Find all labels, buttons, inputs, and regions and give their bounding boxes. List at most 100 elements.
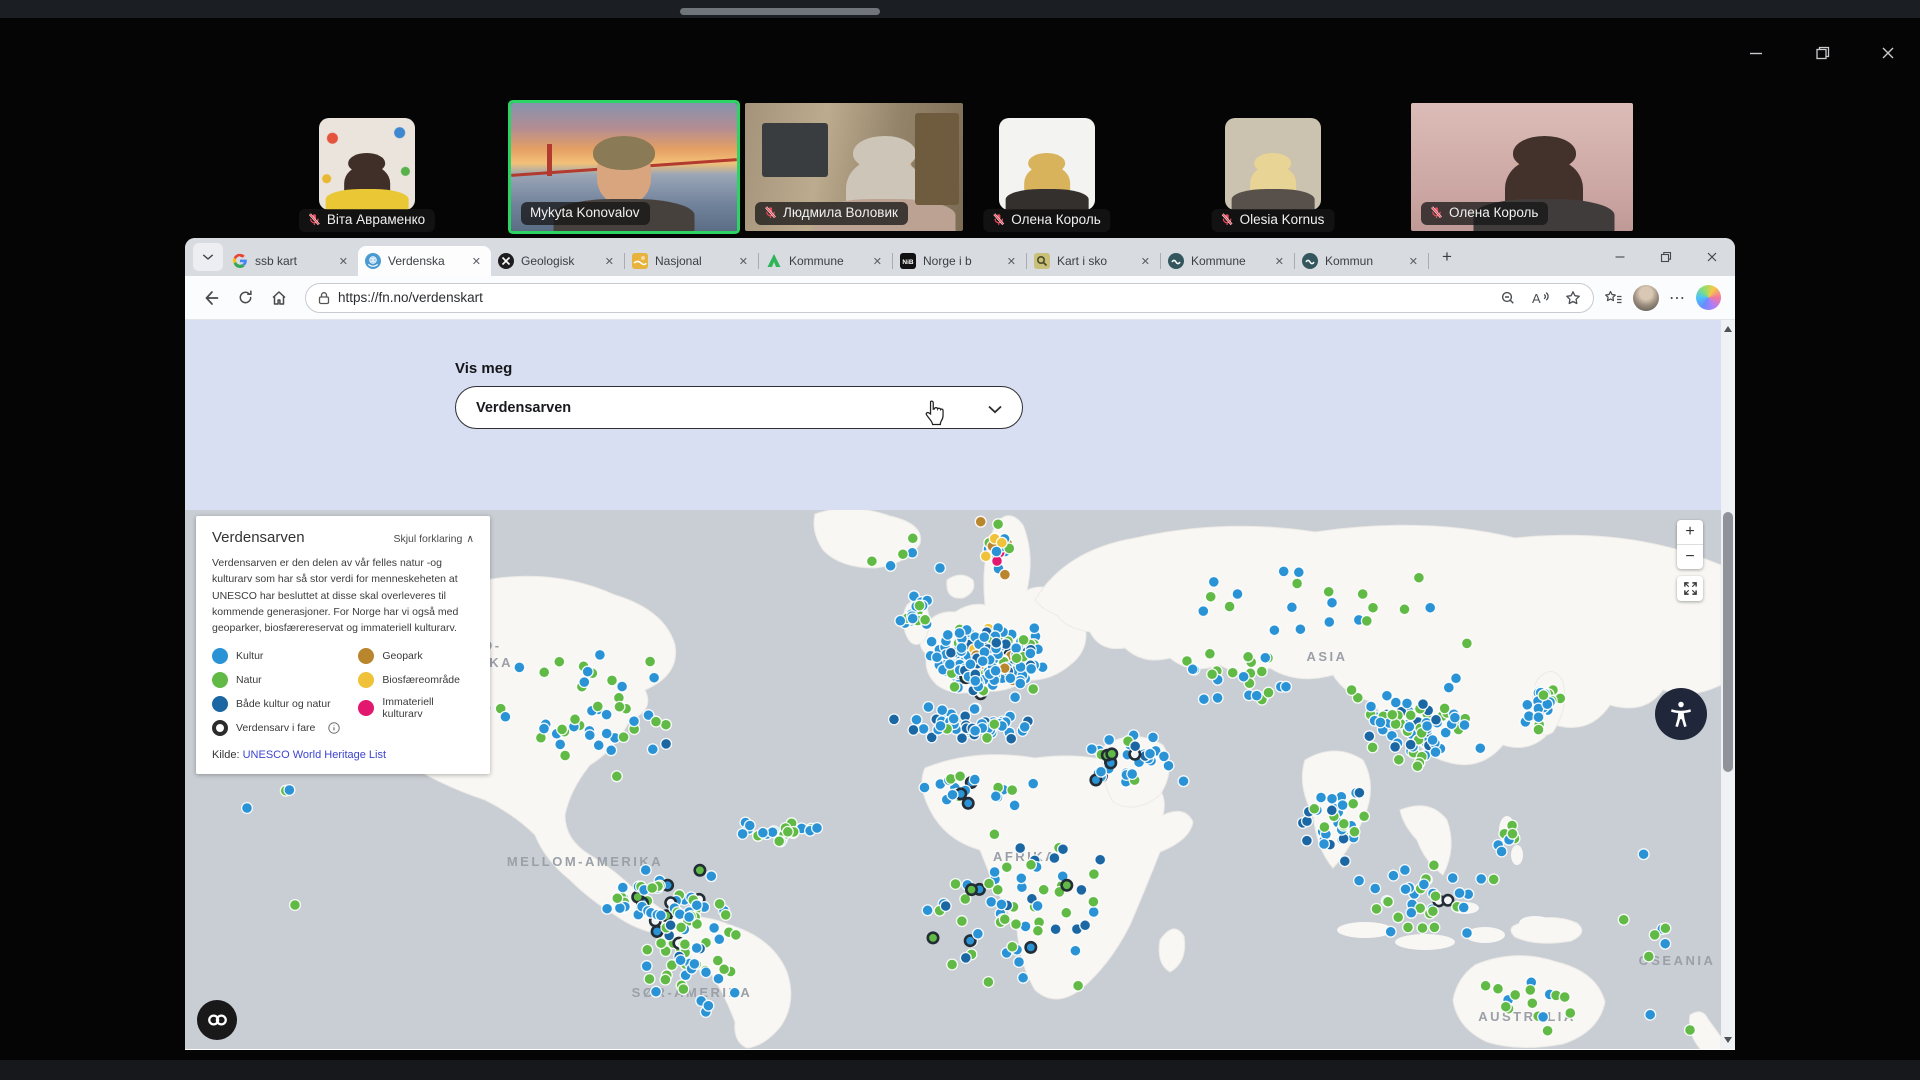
map-marker[interactable] [1364, 731, 1375, 742]
map-marker[interactable] [935, 721, 946, 732]
map-marker[interactable] [947, 959, 958, 970]
map-marker[interactable] [963, 798, 973, 808]
map-marker[interactable] [949, 682, 960, 693]
copilot-icon[interactable] [1696, 285, 1721, 310]
map-marker[interactable] [1033, 925, 1044, 936]
map-marker[interactable] [555, 739, 566, 750]
map-marker[interactable] [923, 702, 934, 713]
map-marker[interactable] [1238, 671, 1249, 682]
map-marker[interactable] [647, 883, 658, 894]
map-marker[interactable] [1073, 980, 1084, 991]
map-marker[interactable] [989, 867, 1000, 878]
map-marker[interactable] [1405, 710, 1416, 721]
map-marker[interactable] [1500, 1001, 1511, 1012]
map-marker[interactable] [1088, 907, 1099, 918]
map-marker[interactable] [539, 667, 550, 678]
map-marker[interactable] [1459, 720, 1470, 731]
map-marker[interactable] [651, 986, 662, 997]
map-marker[interactable] [965, 659, 976, 670]
map-marker[interactable] [928, 933, 938, 943]
meeting-minimize-button[interactable] [1736, 38, 1776, 68]
map-marker[interactable] [1026, 664, 1037, 675]
tab-norge-i-b[interactable]: NiBNorge i b✕ [893, 246, 1026, 276]
map-marker[interactable] [1643, 951, 1654, 962]
map-marker[interactable] [970, 676, 981, 687]
map-marker[interactable] [1660, 938, 1671, 949]
map-marker[interactable] [1050, 924, 1061, 935]
map-marker[interactable] [1302, 835, 1313, 846]
map-marker[interactable] [731, 930, 742, 941]
map-marker[interactable] [1025, 648, 1036, 659]
address-bar[interactable]: https://fn.no/verdenskart A [305, 283, 1594, 313]
map-marker[interactable] [956, 643, 967, 654]
map-marker[interactable] [1475, 743, 1486, 754]
map-marker[interactable] [1349, 826, 1360, 837]
map-marker[interactable] [982, 733, 993, 744]
map-marker[interactable] [1525, 985, 1536, 996]
map-marker[interactable] [560, 750, 571, 761]
map-marker[interactable] [983, 977, 994, 988]
map-marker[interactable] [290, 900, 301, 911]
world-map[interactable]: NORD-AMERIKAMELLOM-AMERIKASØR-AMERIKAAFR… [185, 510, 1721, 1049]
map-marker[interactable] [1316, 792, 1327, 803]
map-marker[interactable] [706, 871, 717, 882]
map-marker[interactable] [1159, 751, 1170, 762]
map-marker[interactable] [1026, 942, 1036, 952]
map-marker[interactable] [984, 878, 995, 889]
map-marker[interactable] [957, 916, 968, 927]
map-marker[interactable] [1205, 591, 1216, 602]
map-marker[interactable] [1205, 648, 1216, 659]
map-marker[interactable] [714, 899, 725, 910]
scroll-up-button[interactable] [1721, 322, 1735, 336]
map-marker[interactable] [954, 628, 965, 639]
map-marker[interactable] [1429, 922, 1440, 933]
map-marker[interactable] [729, 987, 740, 998]
map-marker[interactable] [1685, 1025, 1696, 1036]
map-marker[interactable] [1496, 846, 1507, 857]
map-marker[interactable] [642, 944, 653, 955]
map-marker[interactable] [1660, 923, 1671, 934]
map-marker[interactable] [944, 659, 955, 670]
map-marker[interactable] [1354, 875, 1365, 886]
map-marker[interactable] [1278, 566, 1289, 577]
map-marker[interactable] [1533, 712, 1544, 723]
map-marker[interactable] [595, 650, 606, 661]
tab-verdenska[interactable]: Verdenska✕ [358, 246, 491, 276]
map-marker[interactable] [957, 733, 968, 744]
map-marker[interactable] [1070, 945, 1081, 956]
tab-ssb-kart[interactable]: ssb kart✕ [225, 246, 358, 276]
map-marker[interactable] [970, 725, 981, 736]
map-marker[interactable] [1522, 699, 1533, 710]
map-marker[interactable] [1010, 692, 1021, 703]
map-marker[interactable] [1011, 653, 1022, 664]
map-marker[interactable] [1425, 602, 1436, 613]
map-marker[interactable] [1269, 625, 1280, 636]
map-marker[interactable] [1319, 839, 1330, 850]
map-marker[interactable] [1402, 698, 1413, 709]
map-marker[interactable] [602, 903, 613, 914]
map-marker[interactable] [1199, 694, 1210, 705]
map-marker[interactable] [611, 771, 622, 782]
map-marker[interactable] [1198, 606, 1209, 617]
map-marker[interactable] [557, 724, 568, 735]
map-marker[interactable] [1207, 669, 1218, 680]
map-marker[interactable] [991, 546, 1002, 557]
map-marker[interactable] [947, 789, 958, 800]
map-marker[interactable] [651, 716, 662, 727]
map-marker[interactable] [242, 803, 253, 814]
map-marker[interactable] [889, 714, 900, 725]
map-marker[interactable] [907, 613, 918, 624]
map-marker[interactable] [1000, 569, 1011, 580]
read-aloud-icon[interactable]: A [1531, 290, 1550, 306]
zoom-out-icon[interactable] [1500, 290, 1516, 306]
map-marker[interactable] [1251, 690, 1262, 701]
map-marker[interactable] [1028, 684, 1039, 695]
page-scrollbar[interactable] [1721, 320, 1735, 1049]
participant-tile[interactable]: Людмила Воловик [745, 103, 963, 231]
map-marker[interactable] [675, 955, 686, 966]
map-marker[interactable] [1399, 604, 1410, 615]
map-marker[interactable] [684, 912, 695, 923]
map-marker[interactable] [1007, 941, 1018, 952]
map-marker[interactable] [1645, 1009, 1656, 1020]
map-marker[interactable] [1618, 914, 1629, 925]
